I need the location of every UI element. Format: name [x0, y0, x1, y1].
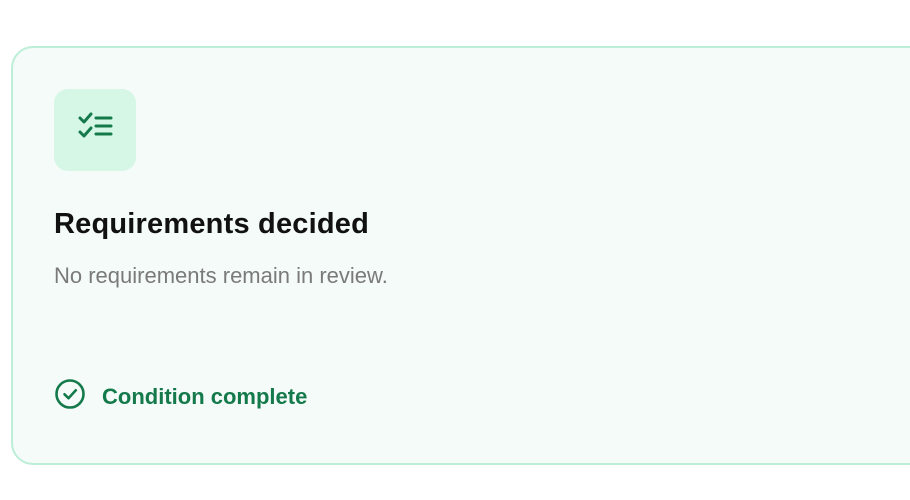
check-circle-icon: [54, 378, 86, 415]
card-title: Requirements decided: [54, 208, 370, 240]
checklist-icon: [75, 108, 115, 153]
checklist-icon-tile: [54, 89, 136, 171]
requirements-card: Requirements decided No requirements rem…: [11, 46, 910, 465]
status-row: Condition complete: [54, 378, 307, 415]
status-label: Condition complete: [102, 383, 308, 409]
card-subtitle: No requirements remain in review.: [54, 263, 388, 288]
